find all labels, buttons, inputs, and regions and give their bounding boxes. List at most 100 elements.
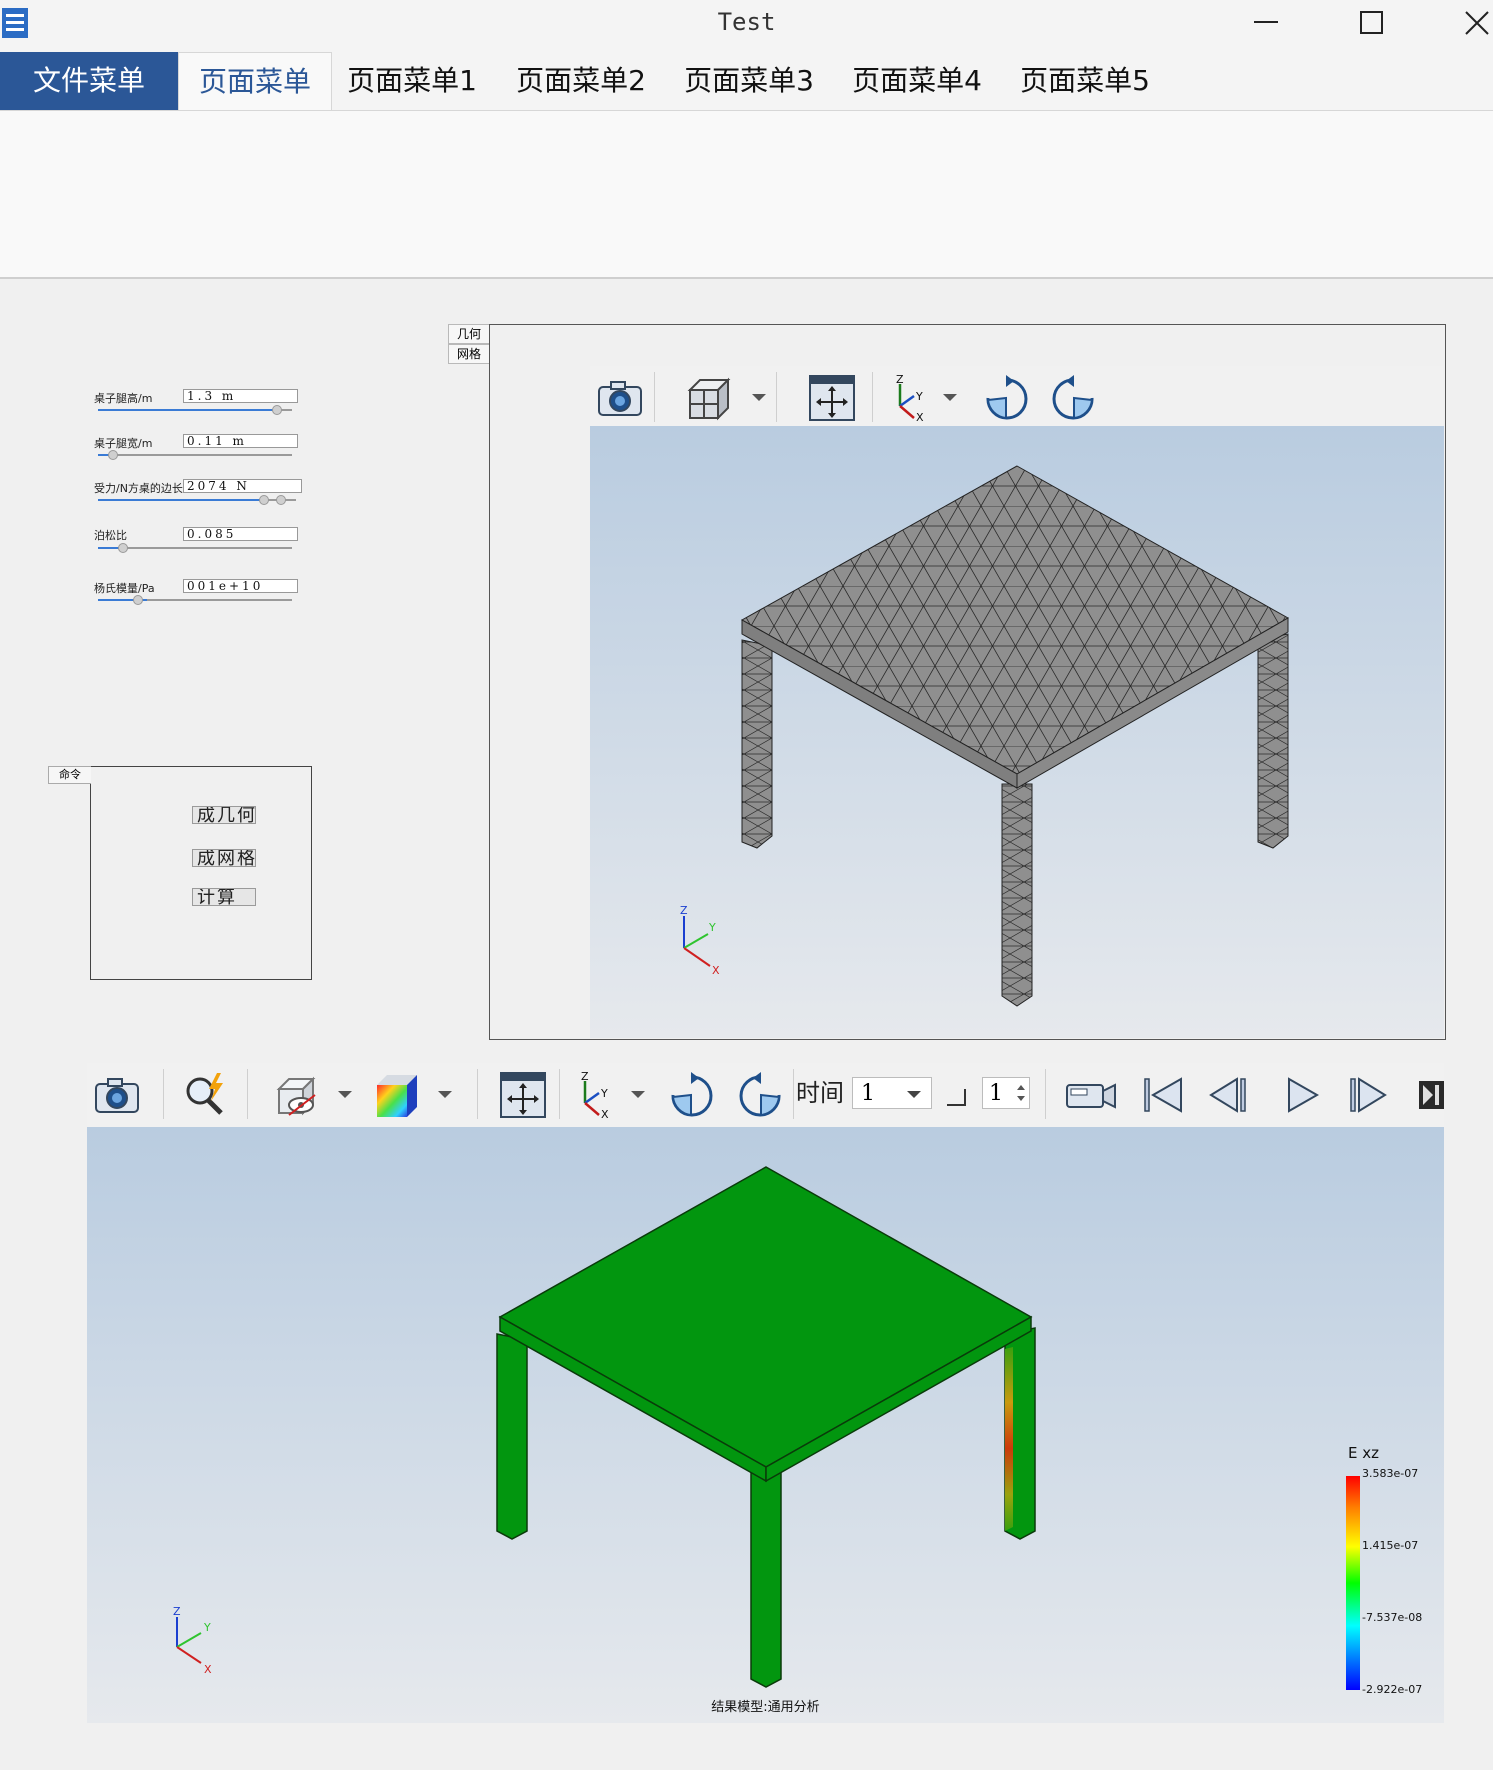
first-frame-icon[interactable] <box>1139 1071 1187 1119</box>
mesh-model: Z Y X <box>680 465 1290 1007</box>
param-input-youngs-modulus[interactable]: 001e+10 <box>183 579 298 593</box>
svg-text:X: X <box>916 411 924 422</box>
last-frame-icon[interactable] <box>1417 1079 1444 1111</box>
generate-mesh-button[interactable]: 成网格 <box>192 849 256 867</box>
param-input-force[interactable]: 2074 N <box>183 479 302 493</box>
close-icon[interactable] <box>1448 0 1493 48</box>
tab-page-menu[interactable]: 页面菜单 <box>178 52 332 111</box>
svg-text:Y: Y <box>600 1087 608 1100</box>
tab-mesh[interactable]: 网格 <box>448 344 489 364</box>
prev-frame-icon[interactable] <box>1205 1071 1253 1119</box>
tab-page-menu-3[interactable]: 页面菜单3 <box>679 52 819 110</box>
compute-button[interactable]: 计算 <box>192 888 256 906</box>
step-checkbox-icon[interactable] <box>945 1087 967 1107</box>
hide-surface-icon[interactable] <box>273 1071 321 1119</box>
next-frame-icon[interactable] <box>1343 1071 1391 1119</box>
param-slider-youngs-modulus[interactable] <box>98 595 292 605</box>
svg-text:Z: Z <box>581 1071 589 1083</box>
legend-label-3: -7.537e-08 <box>1362 1611 1423 1624</box>
tab-page-menu-2[interactable]: 页面菜单2 <box>511 52 651 110</box>
legend-label-min: -2.922e-07 <box>1362 1683 1423 1696</box>
fit-view-icon[interactable] <box>808 374 856 422</box>
rotate-cw-icon[interactable] <box>982 374 1030 422</box>
toolbar-separator <box>477 1069 478 1119</box>
axis-z-label: Z <box>680 904 688 917</box>
legend-title: E xz <box>1348 1444 1379 1462</box>
param-slider-leg-width[interactable] <box>98 450 292 460</box>
param-label-leg-height: 桌子腿高/m <box>94 392 153 405</box>
axis-z-label: Z <box>173 1605 181 1618</box>
color-legend-bar <box>1346 1476 1360 1690</box>
toolbar-separator <box>776 372 777 422</box>
cube-view-dropdown-icon[interactable] <box>752 394 766 401</box>
result-model-caption: 结果模型:通用分析 <box>711 1700 820 1715</box>
axis-x-label: X <box>204 1663 212 1676</box>
minimize-icon[interactable] <box>1238 0 1294 48</box>
param-label-leg-width: 桌子腿宽/m <box>94 437 153 450</box>
result-viewer-toolbar: ZYX <box>87 1063 1444 1128</box>
toolbar-separator <box>247 1069 248 1119</box>
toolbar-separator <box>163 1069 164 1119</box>
rotate-ccw-icon[interactable] <box>1050 374 1098 422</box>
param-slider-leg-height[interactable] <box>98 405 292 415</box>
mesh-viewport[interactable]: Z Y X <box>590 426 1444 1038</box>
param-input-poisson[interactable]: 0.085 <box>183 527 298 541</box>
play-icon[interactable] <box>1277 1071 1325 1119</box>
probe-icon[interactable] <box>181 1071 229 1119</box>
axes-view-dropdown-icon[interactable] <box>943 394 957 401</box>
result-model: Z Y X <box>173 1166 1036 1688</box>
color-map-dropdown-icon[interactable] <box>438 1091 452 1098</box>
tab-page-menu-4[interactable]: 页面菜单4 <box>847 52 987 110</box>
ribbon-panel <box>0 110 1493 279</box>
param-input-leg-width[interactable]: 0.11 m <box>183 434 298 448</box>
camera-icon[interactable] <box>596 374 644 422</box>
step-spinbox-value: 1 <box>989 1081 1003 1106</box>
command-group <box>90 766 312 980</box>
time-select[interactable]: 1 <box>852 1077 932 1109</box>
param-label-youngs-modulus: 杨氏模量/Pa <box>94 582 155 595</box>
title-bar: Test <box>0 0 1493 52</box>
toolbar-separator <box>559 1069 560 1119</box>
video-icon[interactable] <box>1063 1071 1119 1119</box>
legend-label-2: 1.415e-07 <box>1362 1539 1419 1552</box>
tab-geometry[interactable]: 几何 <box>448 324 489 344</box>
axis-y-label: Y <box>708 921 716 934</box>
color-map-icon[interactable] <box>373 1071 421 1119</box>
axes-view-icon[interactable]: ZYX <box>571 1071 619 1119</box>
tab-page-menu-5[interactable]: 页面菜单5 <box>1015 52 1155 110</box>
tab-page-menu-1[interactable]: 页面菜单1 <box>342 52 482 110</box>
camera-icon[interactable] <box>93 1071 141 1119</box>
fit-view-icon[interactable] <box>499 1071 547 1119</box>
axes-triad: Z Y X <box>173 1605 212 1676</box>
step-spinbox[interactable]: 1 <box>982 1077 1030 1109</box>
maximize-icon[interactable] <box>1344 0 1400 48</box>
param-input-leg-height[interactable]: 1.3 m <box>183 389 298 403</box>
axes-view-icon[interactable]: ZYX <box>886 374 934 422</box>
result-viewport[interactable]: Z Y X <box>87 1127 1444 1723</box>
time-select-value: 1 <box>861 1081 875 1106</box>
svg-text:Z: Z <box>896 374 904 386</box>
param-label-poisson: 泊松比 <box>94 529 127 542</box>
spin-arrows-icon[interactable] <box>1015 1082 1027 1104</box>
param-slider-force[interactable] <box>98 495 296 505</box>
svg-text:Y: Y <box>915 390 923 403</box>
param-slider-poisson[interactable] <box>98 543 292 553</box>
toolbar-separator <box>654 372 655 422</box>
command-group-title: 命令 <box>48 766 91 784</box>
generate-geometry-button[interactable]: 成几何 <box>192 806 256 824</box>
hide-surface-dropdown-icon[interactable] <box>338 1091 352 1098</box>
param-label-force: 受力/N方桌的边长 <box>94 482 183 495</box>
time-label: 时间 <box>796 1079 844 1107</box>
toolbar-separator <box>872 372 873 422</box>
axes-view-dropdown-icon[interactable] <box>631 1091 645 1098</box>
chevron-down-icon <box>907 1091 921 1098</box>
svg-text:X: X <box>601 1108 609 1119</box>
cube-view-icon[interactable] <box>684 374 732 422</box>
rotate-ccw-icon[interactable] <box>737 1071 785 1119</box>
axis-x-label: X <box>712 964 720 977</box>
mesh-viewer-toolbar: ZYX <box>590 366 1443 427</box>
tab-file-menu[interactable]: 文件菜单 <box>0 52 178 110</box>
ribbon-tab-bar: 文件菜单 页面菜单 页面菜单1 页面菜单2 页面菜单3 页面菜单4 页面菜单5 <box>0 52 1493 111</box>
rotate-cw-icon[interactable] <box>667 1071 715 1119</box>
toolbar-separator <box>793 1069 794 1119</box>
